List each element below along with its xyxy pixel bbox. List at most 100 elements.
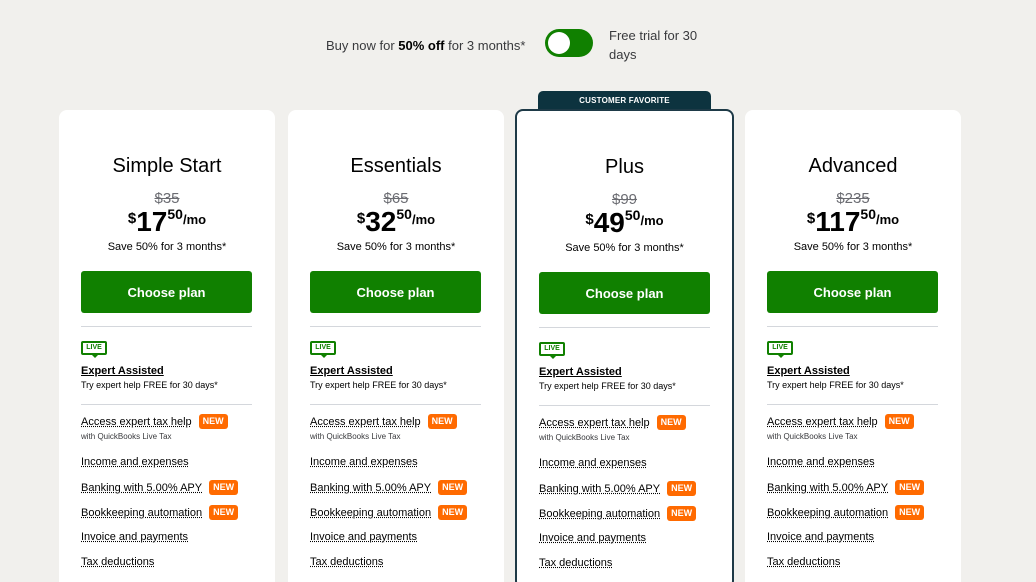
- price-currency: $: [127, 210, 137, 227]
- new-badge: NEW: [438, 505, 468, 520]
- choose-plan-button[interactable]: Choose plan: [767, 271, 938, 313]
- customer-favorite-badge: CUSTOMER FAVORITE: [538, 91, 711, 111]
- live-icon: LIVE: [767, 341, 793, 358]
- divider: [767, 326, 938, 327]
- feature-item[interactable]: Tax deductions: [310, 556, 383, 568]
- feature-item[interactable]: Income and expenses: [539, 457, 647, 469]
- choose-plan-button[interactable]: Choose plan: [81, 271, 252, 313]
- divider: [539, 327, 710, 328]
- divider: [310, 326, 481, 327]
- new-badge: NEW: [895, 480, 925, 495]
- price-period: /mo: [411, 212, 436, 227]
- feature-label[interactable]: Invoice and payments: [539, 532, 646, 544]
- pricing-toggle[interactable]: [545, 29, 593, 57]
- new-badge: NEW: [667, 506, 697, 521]
- price-cents: 50: [167, 206, 183, 222]
- original-price: $235: [836, 190, 870, 207]
- original-price: $35: [154, 190, 180, 207]
- price-currency: $: [806, 210, 816, 227]
- feature-label[interactable]: Invoice and payments: [81, 531, 188, 543]
- feature-label[interactable]: Access expert tax help: [310, 416, 421, 428]
- feature-item[interactable]: Access expert tax help NEW: [310, 414, 457, 429]
- feature-label[interactable]: Tax deductions: [767, 556, 840, 568]
- feature-label[interactable]: Banking with 5.00% APY: [81, 482, 202, 494]
- plan-card-essentials: Essentials $65 $3250/mo Save 50% for 3 mont…: [288, 110, 504, 582]
- plan-name: Plus: [605, 156, 644, 178]
- toggle-knob[interactable]: [548, 32, 570, 54]
- expert-assisted-link[interactable]: Expert Assisted: [539, 366, 622, 378]
- feature-label[interactable]: Bookkeeping automation: [767, 507, 888, 519]
- feature-label[interactable]: Access expert tax help: [539, 417, 650, 429]
- new-badge: NEW: [209, 480, 239, 495]
- price-currency: $: [585, 211, 594, 228]
- feature-sublabel: with QuickBooks Live Tax: [310, 432, 401, 441]
- feature-item[interactable]: Access expert tax help NEW: [81, 414, 228, 429]
- promo-text: Buy now for 50% off for 3 months*: [326, 38, 525, 53]
- expert-assisted-note: Try expert help FREE for 30 days*: [767, 380, 904, 390]
- choose-plan-button[interactable]: Choose plan: [539, 272, 710, 314]
- discounted-price: $4950/mo: [517, 207, 732, 239]
- feature-label[interactable]: Access expert tax help: [81, 416, 192, 428]
- feature-item[interactable]: Tax deductions: [767, 556, 840, 568]
- feature-item[interactable]: Invoice and payments: [81, 531, 188, 543]
- feature-item[interactable]: Banking with 5.00% APY NEW: [767, 480, 925, 495]
- promo-toggle-bar: Buy now for 50% off for 3 months* Free t…: [0, 26, 1036, 66]
- feature-item[interactable]: Bookkeeping automation NEW: [767, 505, 925, 520]
- feature-label[interactable]: Invoice and payments: [310, 531, 417, 543]
- price-period: /mo: [182, 212, 207, 227]
- price-currency: $: [356, 210, 366, 227]
- feature-label[interactable]: Tax deductions: [81, 556, 154, 568]
- feature-label[interactable]: Tax deductions: [539, 557, 612, 569]
- feature-label[interactable]: Bookkeeping automation: [81, 507, 202, 519]
- plan-card-advanced: Advanced $235 $11750/mo Save 50% for 3 mont…: [745, 110, 961, 582]
- feature-item[interactable]: Invoice and payments: [539, 532, 646, 544]
- divider: [310, 404, 481, 405]
- feature-label[interactable]: Banking with 5.00% APY: [539, 483, 660, 495]
- save-note: Save 50% for 3 months*: [107, 241, 227, 253]
- feature-item[interactable]: Access expert tax help NEW: [539, 415, 686, 430]
- price-period: /mo: [640, 213, 664, 228]
- feature-item[interactable]: Income and expenses: [767, 456, 875, 468]
- feature-sublabel: with QuickBooks Live Tax: [81, 432, 172, 441]
- feature-item[interactable]: Bookkeeping automation NEW: [539, 506, 697, 521]
- feature-label[interactable]: Tax deductions: [310, 556, 383, 568]
- new-badge: NEW: [209, 505, 239, 520]
- original-price: $65: [383, 190, 409, 207]
- feature-item[interactable]: Invoice and payments: [767, 531, 874, 543]
- feature-item[interactable]: Tax deductions: [81, 556, 154, 568]
- feature-item[interactable]: Access expert tax help NEW: [767, 414, 914, 429]
- new-badge: NEW: [198, 414, 228, 429]
- feature-item[interactable]: Banking with 5.00% APY NEW: [539, 481, 697, 496]
- expert-assisted-note: Try expert help FREE for 30 days*: [81, 380, 218, 390]
- feature-label[interactable]: Income and expenses: [310, 456, 418, 468]
- expert-assisted-link[interactable]: Expert Assisted: [767, 365, 850, 377]
- feature-label[interactable]: Income and expenses: [539, 457, 647, 469]
- feature-label[interactable]: Income and expenses: [767, 456, 875, 468]
- free-trial-label: Free trial for 30 days: [609, 28, 698, 62]
- expert-assisted-link[interactable]: Expert Assisted: [81, 365, 164, 377]
- plan-name: Essentials: [350, 155, 442, 177]
- promo-suffix: for 3 months*: [444, 38, 526, 53]
- feature-item[interactable]: Tax deductions: [539, 557, 612, 569]
- feature-item[interactable]: Bookkeeping automation NEW: [310, 505, 468, 520]
- feature-label[interactable]: Bookkeeping automation: [539, 508, 660, 520]
- feature-item[interactable]: Income and expenses: [81, 456, 189, 468]
- feature-item[interactable]: Income and expenses: [310, 456, 418, 468]
- feature-item[interactable]: Banking with 5.00% APY NEW: [310, 480, 468, 495]
- feature-label[interactable]: Banking with 5.00% APY: [310, 482, 431, 494]
- feature-label[interactable]: Banking with 5.00% APY: [767, 482, 888, 494]
- feature-item[interactable]: Invoice and payments: [310, 531, 417, 543]
- feature-item[interactable]: Bookkeeping automation NEW: [81, 505, 239, 520]
- new-badge: NEW: [884, 414, 914, 429]
- feature-label[interactable]: Invoice and payments: [767, 531, 874, 543]
- feature-item[interactable]: Banking with 5.00% APY NEW: [81, 480, 239, 495]
- feature-sublabel: with QuickBooks Live Tax: [539, 433, 630, 442]
- expert-assisted-link[interactable]: Expert Assisted: [310, 365, 393, 377]
- feature-label[interactable]: Income and expenses: [81, 456, 189, 468]
- feature-label[interactable]: Bookkeeping automation: [310, 507, 431, 519]
- discounted-price: $11750/mo: [745, 206, 961, 238]
- new-badge: NEW: [667, 481, 697, 496]
- feature-label[interactable]: Access expert tax help: [767, 416, 878, 428]
- choose-plan-button[interactable]: Choose plan: [310, 271, 481, 313]
- promo-prefix: Buy now for: [326, 38, 399, 53]
